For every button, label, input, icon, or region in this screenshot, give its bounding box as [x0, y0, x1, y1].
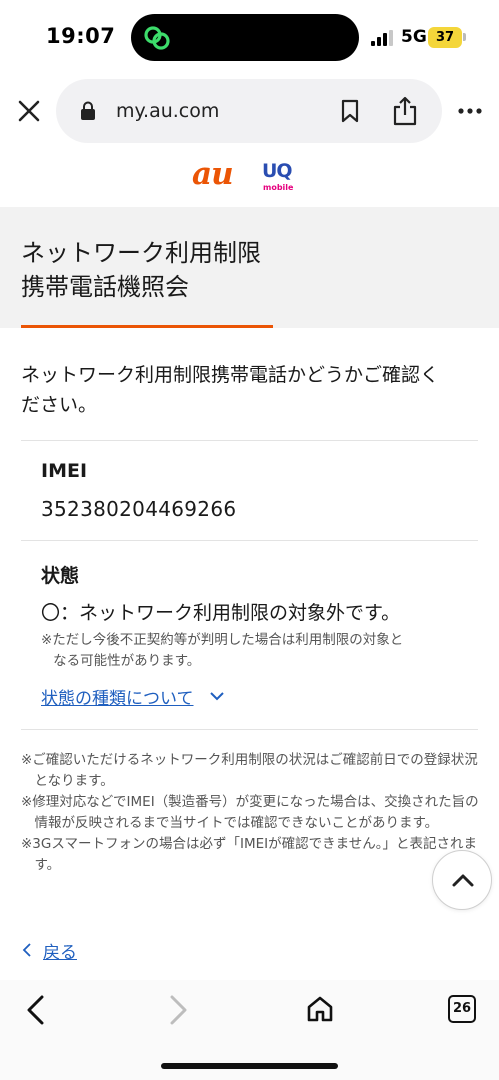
- url-text[interactable]: my.au.com: [116, 100, 219, 122]
- state-types-link[interactable]: 状態の種類について: [41, 684, 194, 709]
- au-logo[interactable]: au: [192, 156, 234, 192]
- state-note: ※ただし今後不正契約等が判明した場合は利用制限の対象と なる可能性があります。: [41, 630, 461, 672]
- back-icon[interactable]: [24, 994, 48, 1026]
- status-bar: 19:07 5G 37: [0, 0, 499, 74]
- close-icon[interactable]: [14, 96, 44, 126]
- share-icon[interactable]: [392, 96, 418, 126]
- divider: [21, 440, 478, 441]
- bookmark-icon[interactable]: [340, 99, 360, 123]
- divider: [21, 729, 478, 730]
- signal-icon: [371, 30, 393, 46]
- network-type: 5G: [401, 27, 427, 47]
- battery-tip: [463, 33, 466, 41]
- note-item: ※修理対応などでIMEI（製造番号）が変更になった場合は、交換された旨の情報が反…: [21, 794, 479, 831]
- uq-logo-text: UQ: [262, 160, 293, 182]
- chevron-up-icon: [452, 874, 474, 887]
- forward-icon[interactable]: [166, 994, 190, 1026]
- note-item: ※3Gスマートフォンの場合は必ず「IMEIが確認できません。」と表記されます。: [21, 836, 477, 873]
- notes-section: ※ご確認いただけるネットワーク利用制限の状況はご確認前日での登録状況となります。…: [21, 750, 481, 876]
- state-note-line1: ※ただし今後不正契約等が判明した場合は利用制限の対象と: [41, 632, 404, 648]
- home-icon[interactable]: [305, 994, 335, 1024]
- more-icon[interactable]: [456, 100, 484, 122]
- divider: [21, 540, 478, 541]
- intro-line2: ださい。: [21, 394, 98, 416]
- state-label: 状態: [41, 565, 80, 587]
- state-value: 〇：ネットワーク利用制限の対象外です。: [41, 602, 401, 624]
- title-accent-bar: [21, 325, 273, 328]
- address-bar[interactable]: my.au.com: [56, 79, 442, 143]
- chevron-left-icon[interactable]: [21, 942, 33, 958]
- browser-toolbar: 26: [0, 980, 499, 1080]
- imei-label: IMEI: [41, 460, 88, 482]
- status-time: 19:07: [46, 24, 116, 48]
- dynamic-island: [131, 14, 359, 61]
- home-indicator: [161, 1063, 338, 1069]
- page-title-line2: 携帯電話機照会: [21, 273, 189, 301]
- note-item: ※ご確認いただけるネットワーク利用制限の状況はご確認前日での登録状況となります。: [21, 752, 478, 789]
- scroll-to-top-button[interactable]: [432, 850, 492, 910]
- state-note-line2: なる可能性があります。: [53, 653, 201, 669]
- lock-icon: [81, 101, 95, 120]
- chevron-down-icon[interactable]: [208, 689, 226, 703]
- page-title-block: ネットワーク利用制限 携帯電話機照会: [0, 207, 499, 328]
- uq-logo-subtext: mobile: [263, 183, 294, 192]
- intro-text: ネットワーク利用制限携帯電話かどうかご確認く ださい。: [21, 360, 481, 420]
- battery-level: 37: [428, 27, 462, 48]
- link-activity-icon: [144, 26, 170, 50]
- back-link[interactable]: 戻る: [43, 938, 77, 963]
- uq-mobile-logo[interactable]: UQ mobile: [262, 160, 302, 194]
- tabs-button[interactable]: 26: [448, 995, 476, 1023]
- page-title-line1: ネットワーク利用制限: [21, 239, 261, 267]
- imei-value: 352380204469266: [41, 497, 237, 521]
- intro-line1: ネットワーク利用制限携帯電話かどうかご確認く: [21, 364, 440, 386]
